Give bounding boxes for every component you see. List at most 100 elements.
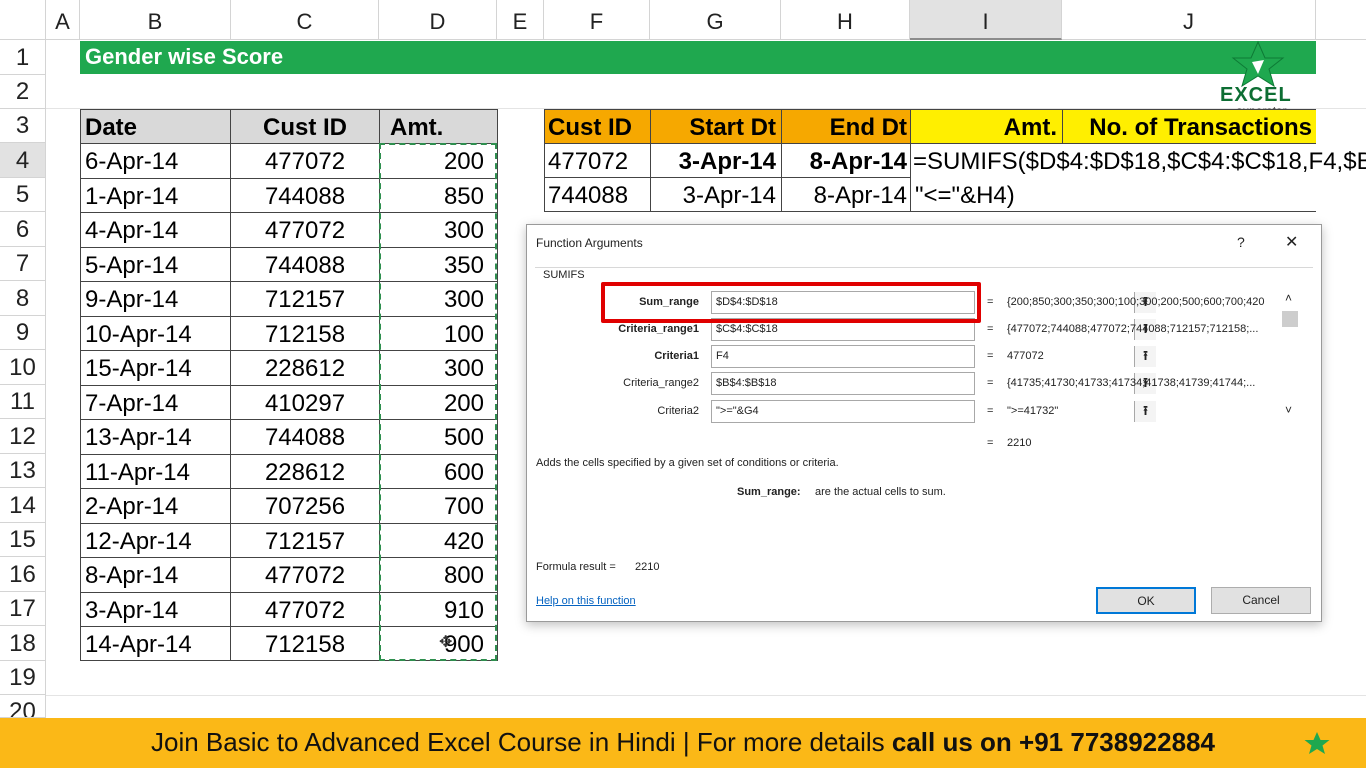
row-header-19[interactable]: 19 [0,661,46,695]
collapse-dialog-icon[interactable]: ⭱ [1134,346,1156,367]
row-header-18[interactable]: 18 [0,626,46,661]
border [544,109,545,211]
arg-result-criteria1: 477072 [1007,350,1044,362]
col-header-b[interactable]: B [80,0,231,40]
equals-sign: = [987,350,994,362]
function-arguments-dialog[interactable]: Function Arguments ? ✕ SUMIFS Sum_range … [526,224,1322,622]
small-logo-icon: EXCEL [1302,722,1332,762]
arg-help-label: Sum_range: [737,486,801,498]
border [544,177,910,178]
col-header-f[interactable]: F [544,0,650,40]
border [544,143,1316,144]
border [650,109,651,211]
ok-button[interactable]: OK [1096,587,1196,614]
hdr-end-dt[interactable]: End Dt [781,114,907,142]
cell-h4[interactable]: 8-Apr-14 [781,148,907,176]
arg-label-criteria-range2: Criteria_range2 [623,377,699,389]
row-header-3[interactable]: 3 [0,109,46,143]
row-header-20[interactable]: 20 [0,695,46,718]
equals-sign: = [987,296,994,308]
hdr-cust-id[interactable]: Cust ID [548,114,632,142]
formula-result-value: 2210 [635,561,660,573]
row-header-12[interactable]: 12 [0,419,46,454]
arg-result-criteria2: ">=41732" [1007,405,1059,417]
cell-g4[interactable]: 3-Apr-14 [650,148,776,176]
row-header-9[interactable]: 9 [0,316,46,350]
collapse-dialog-icon[interactable]: ⭱ [1134,401,1156,422]
criteria-range2-input[interactable]: $B$4:$B$18 ⭱ [711,372,1156,395]
hdr-amt[interactable]: Amt. [910,114,1057,142]
formula-in-cell-i4[interactable]: =SUMIFS($D$4:$D$18,$C$4:$C$18,F4,$B$ [913,148,1366,176]
cancel-button[interactable]: Cancel [1211,587,1311,614]
scroll-up-icon[interactable]: ˄ [1285,291,1292,305]
row-header-2[interactable]: 2 [0,75,46,109]
row-header-14[interactable]: 14 [0,488,46,523]
border [544,211,1316,212]
criteria1-value: F4 [716,350,729,362]
row-header-11[interactable]: 11 [0,385,46,419]
arg-label-criteria-range1: Criteria_range1 [618,323,699,335]
scroll-down-icon[interactable]: ˅ [1285,403,1292,417]
row-header-10[interactable]: 10 [0,350,46,385]
row-header-16[interactable]: 16 [0,557,46,592]
highlight-box [601,282,981,323]
cell-g5[interactable]: 3-Apr-14 [650,182,776,210]
col-header-h[interactable]: H [781,0,910,40]
row-header-1[interactable]: 1 [0,40,46,75]
cell-f4[interactable]: 477072 [548,148,628,176]
hdr-transactions[interactable]: No. of Transactions [1062,114,1312,142]
excel-superstar-logo: EXCEL superstar [1218,40,1298,118]
select-all-corner[interactable] [0,0,46,40]
total-result: 2210 [1007,437,1032,449]
equals-sign: = [987,377,994,389]
row-header-4[interactable]: 4 [0,143,46,178]
col-header-d[interactable]: D [379,0,497,40]
arg-label-criteria2: Criteria2 [657,405,699,417]
scrollbar-thumb[interactable] [1282,311,1298,327]
criteria1-input[interactable]: F4 ⭱ [711,345,1156,368]
arg-result-criteria-range2: {41735;41730;41733;41734;41738;41739;417… [1007,377,1256,389]
help-button[interactable]: ? [1237,234,1245,250]
small-star-icon [1304,732,1330,754]
close-icon[interactable]: ✕ [1285,232,1298,252]
col-header-j[interactable]: J [1062,0,1316,40]
row-header-6[interactable]: 6 [0,212,46,247]
equals-sign: = [987,405,994,417]
gridline [46,695,1366,696]
arg-help-text: are the actual cells to sum. [815,486,946,498]
column-header-bar: A B C D E F G H I J [0,0,1366,40]
border [1062,109,1063,143]
cell-f5[interactable]: 744088 [548,182,628,210]
criteria2-input[interactable]: ">="&G4 ⭱ [711,400,1156,423]
row-header-15[interactable]: 15 [0,523,46,557]
help-link[interactable]: Help on this function [536,595,636,607]
row-header-13[interactable]: 13 [0,454,46,488]
title-banner[interactable]: Gender wise Score [80,41,1316,74]
row-header-8[interactable]: 8 [0,281,46,316]
criteria-range1-value: $C$4:$C$18 [716,323,778,335]
col-header-c[interactable]: C [231,0,379,40]
banner-phone: call us on +91 7738922884 [891,727,1215,757]
hdr-start-dt[interactable]: Start Dt [650,114,776,142]
col-header-a[interactable]: A [46,0,80,40]
row-header-5[interactable]: 5 [0,178,46,212]
col-header-g[interactable]: G [650,0,781,40]
col-header-e[interactable]: E [497,0,544,40]
arg-result-sum-range: {200;850;300;350;300;100;300;200;500;600… [1007,296,1265,308]
border [544,109,1316,110]
arg-label-criteria1: Criteria1 [654,350,699,362]
row-header-7[interactable]: 7 [0,247,46,281]
criteria-range2-value: $B$4:$B$18 [716,377,777,389]
arg-result-criteria-range1: {477072;744088;477072;744088;712157;7121… [1007,323,1259,335]
cell-h5[interactable]: 8-Apr-14 [781,182,907,210]
star-icon [1231,40,1285,88]
equals-sign: = [987,323,994,335]
border [910,109,911,211]
formula-continuation[interactable]: "<="&H4) [915,182,1015,210]
row-header-17[interactable]: 17 [0,592,46,626]
col-header-i[interactable]: I [910,0,1062,40]
border [781,109,782,211]
cursor-icon: ✥ [439,634,453,651]
function-description: Adds the cells specified by a given set … [536,457,839,469]
function-name: SUMIFS [543,269,585,281]
